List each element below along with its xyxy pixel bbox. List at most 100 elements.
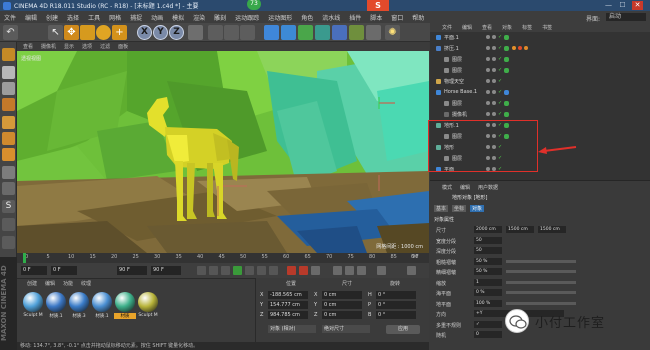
tag-icon[interactable] (524, 46, 528, 50)
rotation-h-field[interactable]: 0 ° (376, 291, 416, 299)
object-menu-item[interactable]: 书签 (542, 24, 552, 31)
size-x-field[interactable]: 0 cm (322, 291, 362, 299)
recent-tools-icon[interactable]: + (112, 25, 127, 40)
object-menu-item[interactable]: 查看 (482, 24, 492, 31)
material-ball[interactable] (46, 292, 66, 312)
enabled-check-icon[interactable]: ✓ (498, 67, 502, 73)
attr-slider[interactable] (506, 259, 576, 263)
render-visibility-icon[interactable] (492, 68, 496, 72)
attr-field[interactable]: 50 (474, 247, 502, 254)
coordinate-system-icon[interactable] (188, 25, 203, 40)
viewport-scene[interactable] (17, 51, 429, 253)
axis-mode-icon[interactable] (2, 166, 15, 179)
auto-key-icon[interactable] (299, 266, 308, 275)
material-menu-item[interactable]: 编辑 (45, 280, 55, 287)
menu-item[interactable]: 编辑 (25, 13, 37, 22)
size-mode-select[interactable]: 绝对尺寸 (322, 325, 370, 333)
enabled-check-icon[interactable]: ✓ (498, 78, 502, 84)
material-tag-icon[interactable] (504, 101, 509, 106)
camera-icon[interactable] (366, 25, 381, 40)
attr-field[interactable]: 50 % (474, 257, 502, 265)
menu-item[interactable]: 流水线 (322, 13, 340, 22)
object-menu-item[interactable]: 文件 (442, 24, 452, 31)
select-tool-icon[interactable]: ↖ (48, 25, 63, 40)
object-row[interactable]: 图层 ✓ (430, 67, 650, 75)
tag-icon[interactable] (512, 46, 516, 50)
attr-field[interactable]: 1 (474, 278, 502, 286)
rotation-key-icon[interactable] (357, 266, 366, 275)
pen-spline-icon[interactable] (281, 25, 296, 40)
object-name[interactable]: 挤压.1 (444, 45, 459, 52)
material-tag-icon[interactable] (504, 57, 509, 62)
model-mode-icon[interactable] (2, 66, 15, 79)
make-editable-icon[interactable] (2, 48, 15, 61)
object-name[interactable]: 图层 (452, 56, 462, 63)
attr-subtab-basic[interactable]: 基本 (434, 205, 449, 212)
viewport-menu-item[interactable]: 显示 (64, 43, 74, 50)
attr-field[interactable]: 0 % (474, 289, 502, 296)
enabled-check-icon[interactable]: ✓ (498, 56, 502, 62)
menu-item[interactable]: 运动跟踪 (235, 13, 259, 22)
array-icon[interactable] (315, 25, 330, 40)
editor-visibility-icon[interactable] (486, 79, 490, 83)
current-frame-field[interactable]: 0 F (51, 266, 77, 275)
material-tag-icon[interactable] (504, 68, 509, 73)
object-row[interactable]: Horse Base.1 ✓ (430, 89, 650, 97)
scale-key-icon[interactable] (345, 266, 354, 275)
menu-item[interactable]: 渲染 (193, 13, 205, 22)
record-key-icon[interactable] (287, 266, 296, 275)
menu-item[interactable]: 捕捉 (130, 13, 142, 22)
polygons-mode-icon[interactable] (2, 148, 15, 161)
viewport-menu-item[interactable]: 面板 (118, 43, 128, 50)
object-menu-item[interactable]: 标签 (522, 24, 532, 31)
next-key-icon[interactable] (257, 266, 266, 275)
texture-mode-icon[interactable] (2, 82, 15, 95)
enabled-check-icon[interactable]: ✓ (498, 34, 502, 40)
close-icon[interactable]: ✕ (632, 1, 643, 10)
size-z-field[interactable]: 0 cm (322, 311, 362, 319)
attr-subtab-coord[interactable]: 坐标 (452, 205, 467, 212)
material-ball[interactable] (138, 292, 158, 312)
object-row[interactable]: 图层 ✓ (430, 100, 650, 108)
render-visibility-icon[interactable] (492, 57, 496, 61)
menu-item[interactable]: 文件 (4, 13, 16, 22)
size-y-field[interactable]: 0 cm (322, 301, 362, 309)
material-ball[interactable] (23, 292, 43, 312)
z-axis-lock-icon[interactable]: Z (169, 25, 184, 40)
menu-item[interactable]: 窗口 (391, 13, 403, 22)
edges-mode-icon[interactable] (2, 132, 15, 145)
menu-item[interactable]: 角色 (301, 13, 313, 22)
maximize-icon[interactable]: ☐ (617, 1, 628, 10)
keyframe-selection-icon[interactable] (311, 266, 320, 275)
object-name[interactable]: 摄像机 (452, 111, 467, 118)
attr-tab-user-data[interactable]: 用户数据 (478, 184, 498, 191)
minimize-icon[interactable]: — (603, 1, 614, 10)
y-axis-lock-icon[interactable]: Y (153, 25, 168, 40)
attr-slider[interactable] (506, 291, 576, 294)
editor-visibility-icon[interactable] (486, 101, 490, 105)
menu-item[interactable]: 网格 (109, 13, 121, 22)
perspective-viewport[interactable]: 查看 摄像机 显示 选项 过滤 面板 透视视图 网格间距 : 1000 cm (17, 42, 429, 253)
attr-field[interactable]: 50 (474, 236, 502, 244)
preview-end-field[interactable]: 90 F (151, 266, 181, 275)
material-ball[interactable] (115, 292, 135, 312)
object-name[interactable]: 图层 (452, 100, 462, 107)
attr-slider[interactable] (506, 270, 576, 273)
prev-key-icon[interactable] (209, 266, 218, 275)
object-row[interactable]: 挤压.1 ✓ (430, 45, 650, 53)
menu-item[interactable]: 脚本 (370, 13, 382, 22)
attr-field[interactable]: 2000 cm (474, 226, 502, 233)
attr-subtab-object[interactable]: 对象 (470, 205, 485, 212)
viewport-menu-item[interactable]: 选项 (82, 43, 92, 50)
object-row[interactable]: 物理天空 ✓ (430, 78, 650, 86)
object-name[interactable]: 平面.1 (444, 34, 459, 41)
tweak-mode-icon[interactable] (2, 182, 15, 195)
object-menu-item[interactable]: 对象 (502, 24, 512, 31)
object-name[interactable]: 物理天空 (444, 78, 464, 85)
editor-visibility-icon[interactable] (486, 90, 490, 94)
render-settings-icon[interactable] (240, 25, 255, 40)
render-visibility-icon[interactable] (492, 35, 496, 39)
position-z-field[interactable]: 984.785 cm (268, 311, 308, 319)
workplane-mode-icon[interactable] (2, 98, 15, 111)
render-view-icon[interactable] (208, 25, 223, 40)
